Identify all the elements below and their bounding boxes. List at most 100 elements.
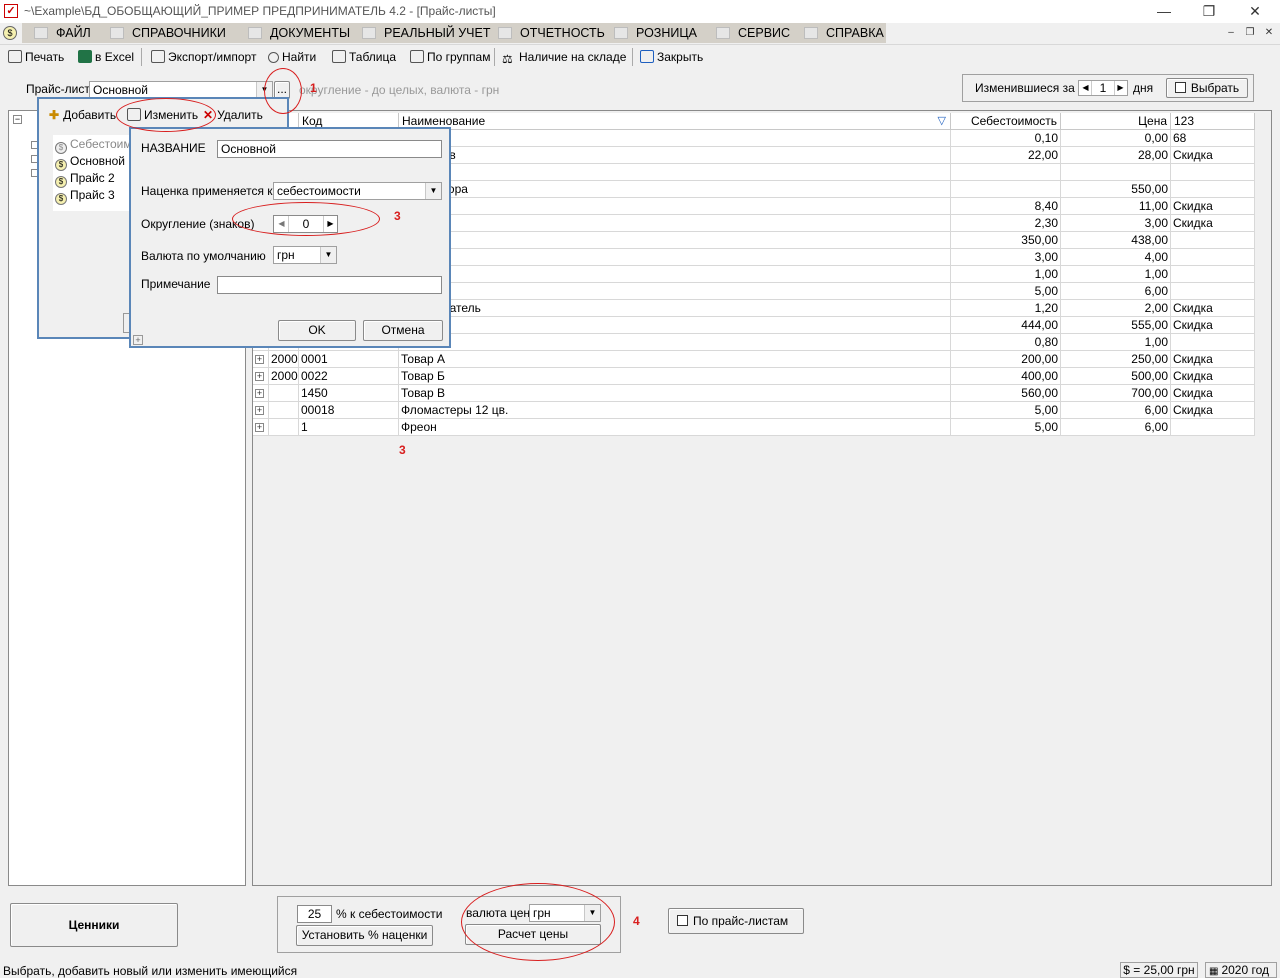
cell-cost: 200,00 <box>951 351 1061 368</box>
table-row[interactable]: +2000 0022 Товар Б 400,00 500,00 Скидка <box>253 368 1255 385</box>
expand-icon[interactable]: + <box>255 355 264 364</box>
name-field[interactable]: Основной <box>217 140 442 158</box>
mdi-minimize-button[interactable]: – <box>1224 26 1238 40</box>
cell-group <box>269 402 299 419</box>
excel-button[interactable]: в Excel <box>78 48 134 66</box>
mdi-close-button[interactable]: ✕ <box>1262 26 1276 40</box>
cell-price: 11,00 <box>1061 198 1171 215</box>
annotation-ellipse-currency <box>461 883 615 961</box>
resize-grip-icon[interactable]: + <box>133 335 143 345</box>
cell-cost: 8,40 <box>951 198 1061 215</box>
annotation-ellipse-ellipsis <box>264 68 302 114</box>
markup-label: Наценка применяется к <box>141 184 273 198</box>
print-button[interactable]: Печать <box>8 48 64 66</box>
expand-icon[interactable]: + <box>255 423 264 432</box>
cell-name <box>399 334 951 351</box>
row-expander-cell: + <box>253 402 269 419</box>
price-tags-button[interactable]: Ценники <box>10 903 178 947</box>
cell-group <box>269 385 299 402</box>
cell-group: 2000 <box>271 368 299 385</box>
cell-name: Фломастеры 12 цв. <box>399 402 951 419</box>
col-header-price[interactable]: Цена <box>1061 113 1171 130</box>
col-header-extra[interactable]: 123 <box>1171 113 1255 130</box>
by-pricelists-toggle[interactable]: По прайс-листам <box>668 908 804 934</box>
stock-button[interactable]: ⚖ Наличие на складе <box>502 48 626 66</box>
menu-real-accounting[interactable]: РЕАЛЬНЫЙ УЧЕТ <box>362 25 491 41</box>
chevron-left-icon[interactable]: ◀ <box>1080 81 1092 95</box>
plus-icon: ✚ <box>49 108 60 122</box>
document-icon <box>248 27 262 39</box>
close-form-button[interactable]: Закрыть <box>640 48 703 66</box>
tree-collapse-icon[interactable]: − <box>13 115 22 124</box>
annotation-ellipse-edit <box>116 98 216 132</box>
cell-price: 4,00 <box>1061 249 1171 266</box>
list-item[interactable]: $ Прайс 2 <box>55 170 115 188</box>
status-text: Выбрать, добавить новый или изменить име… <box>3 964 298 978</box>
table-row[interactable]: +2000 0001 Товар А 200,00 250,00 Скидка <box>253 351 1255 368</box>
list-item[interactable]: $ Себестоим <box>55 136 132 154</box>
cell-cost: 1,20 <box>951 300 1061 317</box>
cell-price: 2,00 <box>1061 300 1171 317</box>
cell-note <box>1171 419 1255 436</box>
markup-base-select[interactable]: себестоимости ▼ <box>273 182 442 200</box>
cell-cost: 350,00 <box>951 232 1061 249</box>
menu-help[interactable]: СПРАВКА <box>804 25 884 41</box>
toolbar-separator <box>632 48 633 66</box>
cell-note <box>1171 266 1255 283</box>
cell-cost: 3,00 <box>951 249 1061 266</box>
cell-price: 0,00 <box>1061 130 1171 147</box>
col-header-name[interactable]: Наименование ▽ <box>399 113 951 130</box>
scales-icon: ⚖ <box>502 52 513 66</box>
minimize-button[interactable]: — <box>1141 0 1187 23</box>
changed-label: Изменившиеся за <box>975 81 1075 95</box>
menu-references[interactable]: СПРАВОЧНИКИ <box>110 25 226 41</box>
menu-retail[interactable]: РОЗНИЦА <box>614 25 697 41</box>
cell-note <box>1171 283 1255 300</box>
restore-button[interactable]: ❐ <box>1186 0 1232 23</box>
note-field[interactable] <box>217 276 442 294</box>
current-year[interactable]: ▦ 2020 год <box>1205 962 1277 978</box>
table-row[interactable]: +00018 Фломастеры 12 цв. 5,00 6,00 Скидка <box>253 402 1255 419</box>
cancel-button[interactable]: Отмена <box>363 320 443 341</box>
filter-icon[interactable]: ▽ <box>938 113 946 129</box>
list-item[interactable]: $ Прайс 3 <box>55 187 115 205</box>
table-row[interactable]: +1450 Товар В 560,00 700,00 Скидка <box>253 385 1255 402</box>
mdi-restore-button[interactable]: ❐ <box>1243 26 1257 40</box>
cell-cost: 5,00 <box>951 402 1061 419</box>
col-header-cost[interactable]: Себестоимость <box>951 113 1061 130</box>
cell-code: 1 <box>299 419 399 436</box>
menu-documents[interactable]: ДОКУМЕНТЫ <box>248 25 350 41</box>
cell-group: 2000 <box>271 351 299 368</box>
app-menu-icon[interactable]: $ <box>3 26 17 40</box>
annotation-3-grid: 3 <box>399 443 406 457</box>
table-button[interactable]: Таблица <box>332 48 396 66</box>
chevron-right-icon[interactable]: ▶ <box>1114 81 1126 95</box>
menu-bar: $ ФАЙЛ СПРАВОЧНИКИ ДОКУМЕНТЫ РЕАЛЬНЫЙ УЧ… <box>0 23 1280 43</box>
set-markup-button[interactable]: Установить % наценки <box>296 925 433 946</box>
table-row[interactable]: +1 Фреон 5,00 6,00 <box>253 419 1255 436</box>
find-button[interactable]: Найти <box>268 48 316 66</box>
expand-icon[interactable]: + <box>255 406 264 415</box>
expand-icon[interactable]: + <box>255 372 264 381</box>
menu-service[interactable]: СЕРВИС <box>716 25 790 41</box>
ok-button[interactable]: OK <box>278 320 356 341</box>
markup-percent-input[interactable]: 25 <box>297 905 332 923</box>
add-pricelist-button[interactable]: ✚ Добавить <box>49 106 116 124</box>
cell-cost: 0,80 <box>951 334 1061 351</box>
cell-note: Скидка <box>1171 385 1255 402</box>
folder-icon <box>34 27 48 39</box>
currency-label: Валюта по умолчанию <box>141 249 266 263</box>
expand-icon[interactable]: + <box>255 389 264 398</box>
cell-name: Товар В <box>399 385 951 402</box>
menu-file[interactable]: ФАЙЛ <box>34 25 91 41</box>
by-groups-button[interactable]: По группам <box>410 48 490 66</box>
close-button[interactable]: ✕ <box>1232 0 1278 23</box>
export-import-button[interactable]: Экспорт/импорт <box>151 48 256 66</box>
days-stepper[interactable]: ◀ 1 ▶ <box>1078 80 1128 96</box>
select-button[interactable]: Выбрать <box>1166 78 1248 98</box>
cell-price: 250,00 <box>1061 351 1171 368</box>
menu-reports[interactable]: ОТЧЕТНОСТЬ <box>498 25 605 41</box>
currency-select[interactable]: грн ▼ <box>273 246 337 264</box>
list-item[interactable]: $ Основной <box>55 153 125 171</box>
cell-cost <box>951 164 1061 181</box>
